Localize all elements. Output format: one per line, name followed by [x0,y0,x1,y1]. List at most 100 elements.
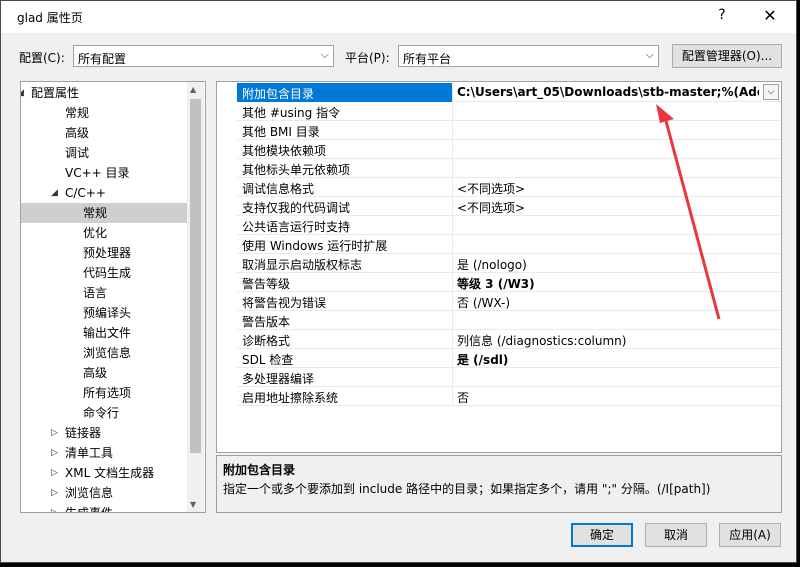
platform-value: 所有平台 [403,52,452,66]
tree-item[interactable]: ◢ C/C++ [21,183,187,203]
collapsed-icon[interactable]: ▷ [51,463,58,483]
tree-scrollbar[interactable]: ▲ ▼ [187,82,204,512]
tree-item[interactable]: 所有选项 [21,383,187,403]
property-row[interactable]: 其他 #using 指令 [237,102,781,121]
property-grid: 附加包含目录 C:\Users\art_05\Downloads\stb-mast… [216,81,782,453]
close-icon[interactable]: ✕ [755,5,785,27]
property-row[interactable]: 公共语言运行时支持 [237,216,781,235]
scroll-down-icon[interactable]: ▼ [190,500,196,509]
column-divider [452,197,453,216]
scroll-thumb[interactable] [190,99,201,453]
property-value[interactable]: 否 (/WX-) [457,294,510,311]
column-divider [452,235,453,254]
property-name: 取消显示启动版权标志 [242,258,363,272]
property-row[interactable]: 附加包含目录 C:\Users\art_05\Downloads\stb-mast… [237,83,781,102]
description-text: 指定一个或多个要添加到 include 路径中的目录；如果指定多个，请用 ";"… [223,482,711,496]
property-row[interactable]: 取消显示启动版权标志 是 (/nologo) [237,254,781,273]
tree-item[interactable]: ▷ 生成事件 [21,503,187,513]
tree-item-label: 常规 [83,206,108,220]
tree-item[interactable]: 高级 [21,363,187,383]
property-row[interactable]: 其他模块依赖项 [237,140,781,159]
tree-item[interactable]: 预编译头 [21,303,187,323]
property-name: 公共语言运行时支持 [242,220,351,234]
property-name: 使用 Windows 运行时扩展 [242,239,388,253]
tree-item-label: 语言 [83,286,108,300]
property-row[interactable]: 其他标头单元依赖项 [237,159,781,178]
tree-item[interactable]: 浏览信息 [21,343,187,363]
property-row[interactable]: 警告等级 等级 3 (/W3) [237,273,781,292]
collapsed-icon[interactable]: ▷ [51,503,58,512]
property-value[interactable]: 等级 3 (/W3) [457,275,535,292]
title-bar: glad 属性页 ? ✕ [1,1,796,33]
tree-item-label: 调试 [65,146,90,160]
property-name: SDL 检查 [242,353,294,367]
property-row[interactable]: 其他 BMI 目录 [237,121,781,140]
scroll-up-icon[interactable]: ▲ [190,85,196,94]
tree-item-label: VC++ 目录 [65,166,130,180]
tree-item[interactable]: ◢ 配置属性 [21,83,187,103]
property-row[interactable]: 警告版本 [237,311,781,330]
property-row[interactable]: 将警告视为错误 否 (/WX-) [237,292,781,311]
tree-item-label: 常规 [65,106,90,120]
platform-dropdown[interactable]: 所有平台 ⌵ [398,45,659,67]
property-value[interactable]: <不同选项> [457,180,525,197]
tree-item[interactable]: VC++ 目录 [21,163,187,183]
tree-item-label: 代码生成 [83,266,132,280]
property-value[interactable]: 否 [457,389,469,406]
property-row[interactable]: 支持仅我的代码调试 <不同选项> [237,197,781,216]
tree-item-label: 浏览信息 [65,486,114,500]
tree-item[interactable]: 代码生成 [21,263,187,283]
property-value[interactable]: 列信息 (/diagnostics:column) [457,332,626,349]
property-row[interactable]: 使用 Windows 运行时扩展 [237,235,781,254]
ok-button[interactable]: 确定 [571,523,633,547]
property-name: 其他标头单元依赖项 [242,163,351,177]
tree-item[interactable]: 常规 [21,203,187,223]
tree-item[interactable]: 高级 [21,123,187,143]
tree-item[interactable]: 调试 [21,143,187,163]
tree-item-label: 浏览信息 [83,346,132,360]
tree-item-label: 预处理器 [83,246,132,260]
tree-item[interactable]: 输出文件 [21,323,187,343]
tree-item-label: XML 文档生成器 [65,466,155,480]
tree-item-label: 优化 [83,226,108,240]
collapsed-icon[interactable]: ▷ [51,443,58,463]
collapsed-icon[interactable]: ▷ [51,483,58,503]
collapsed-icon[interactable]: ▷ [51,423,58,443]
tree-item[interactable]: 语言 [21,283,187,303]
tree-item-label: 高级 [83,366,108,380]
property-name: 调试信息格式 [242,182,315,196]
column-divider [452,349,453,368]
expanded-icon[interactable]: ◢ [21,83,24,103]
chevron-down-icon[interactable]: ⌵ [763,84,779,100]
apply-button[interactable]: 应用(A) [719,523,781,547]
platform-label: 平台(P): [345,51,390,65]
chevron-down-icon: ⌵ [645,48,654,61]
tree-item[interactable]: 常规 [21,103,187,123]
tree-item[interactable]: 优化 [21,223,187,243]
category-tree: ◢配置属性常规高级调试VC++ 目录◢C/C++常规优化预处理器代码生成语言预编… [20,81,206,513]
expanded-icon[interactable]: ◢ [51,183,58,203]
property-row[interactable]: SDL 检查 是 (/sdl) [237,349,781,368]
property-value[interactable]: 是 (/nologo) [457,256,527,273]
property-row[interactable]: 调试信息格式 <不同选项> [237,178,781,197]
tree-item[interactable]: ▷ 链接器 [21,423,187,443]
property-value[interactable]: <不同选项> [457,199,525,216]
tree-item[interactable]: ▷ XML 文档生成器 [21,463,187,483]
tree-item[interactable]: 预处理器 [21,243,187,263]
property-row[interactable]: 多处理器编译 [237,368,781,387]
tree-item[interactable]: ▷ 浏览信息 [21,483,187,503]
property-name: 启用地址擦除系统 [242,391,339,405]
property-value[interactable]: 是 (/sdl) [457,351,508,368]
help-icon[interactable]: ? [714,7,730,25]
tree-item-label: 生成事件 [65,506,114,513]
property-row[interactable]: 启用地址擦除系统 否 [237,387,781,406]
tree-item[interactable]: 命令行 [21,403,187,423]
cancel-button[interactable]: 取消 [645,523,707,547]
config-manager-button[interactable]: 配置管理器(O)... [672,44,782,68]
property-row[interactable]: 诊断格式 列信息 (/diagnostics:column) [237,330,781,349]
tree-item[interactable]: ▷ 清单工具 [21,443,187,463]
config-dropdown[interactable]: 所有配置 ⌵ [73,45,334,67]
property-value[interactable]: C:\Users\art_05\Downloads\stb-master;%(A… [457,85,759,99]
column-divider [452,273,453,292]
window-title: glad 属性页 [17,11,83,25]
